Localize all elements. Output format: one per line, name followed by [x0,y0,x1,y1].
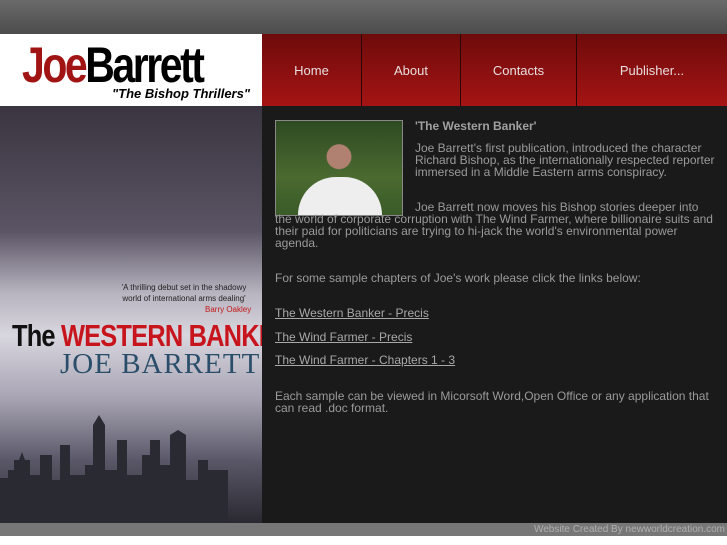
format-note: Each sample can be viewed in Micorsoft W… [275,389,709,415]
nav-home[interactable]: Home [262,34,362,106]
logo-tagline: "The Bishop Thrillers" [112,86,251,101]
cover-title-the: The [12,318,56,353]
main-content: 'The Western Banker' Joe Barrett's first… [262,106,727,523]
link-western-banker-precis[interactable]: The Western Banker - Precis [275,307,429,319]
cover-quote: 'A thrilling debut set in the shadowy wo… [121,283,247,303]
link-wind-farmer-precis[interactable]: The Wind Farmer - Precis [275,331,412,343]
book-cover: 'A thrilling debut set in the shadowy wo… [0,106,293,523]
samples-intro: For some sample chapters of Joe's work p… [275,271,641,285]
second-paragraph: Joe Barrett now moves his Bishop stories… [275,200,713,250]
page-bottom [0,536,727,545]
top-band [0,0,727,34]
main-nav: Home About Contacts Publisher... [262,34,727,106]
logo-name: JoeBarrett [22,37,205,93]
cover-author: JOE BARRETT [60,348,261,380]
nav-contacts[interactable]: Contacts [461,34,577,106]
book-heading: 'The Western Banker' [415,119,537,133]
city-skyline-image [0,415,228,523]
site-logo[interactable]: JoeBarrett "The Bishop Thrillers" [0,34,262,106]
logo-last: Barrett [85,37,205,93]
link-wind-farmer-chapters[interactable]: The Wind Farmer - Chapters 1 - 3 [275,354,455,366]
nav-about[interactable]: About [362,34,461,106]
nav-publisher[interactable]: Publisher... [577,34,727,106]
intro-paragraph: Joe Barrett's first publication, introdu… [415,141,715,179]
footer-credit[interactable]: Website Created By newworldcreation.com [0,523,727,536]
logo-first: Joe [22,37,88,93]
cover-quote-author: Barry Oakley [205,305,252,314]
